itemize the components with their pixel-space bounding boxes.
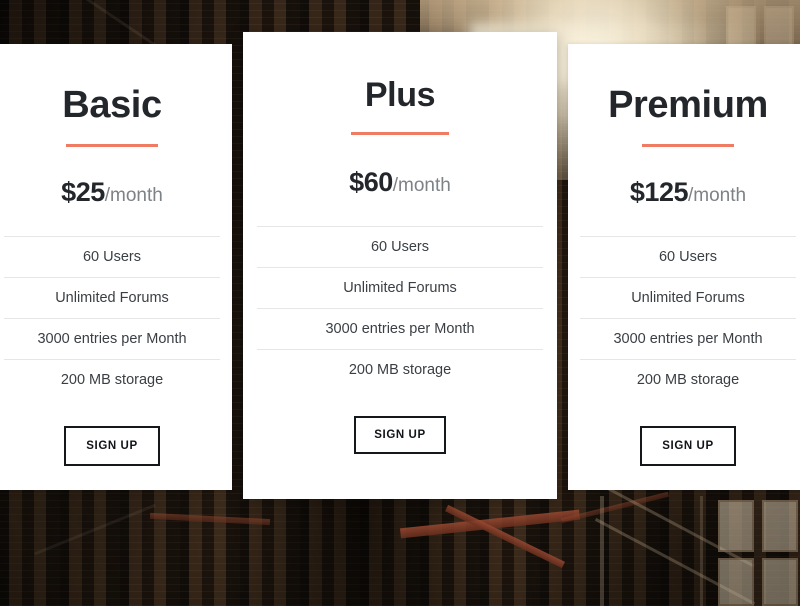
signup-wrap-premium: SIGN UP xyxy=(568,426,800,466)
signup-wrap-basic: SIGN UP xyxy=(0,426,232,466)
price-period-plus: /month xyxy=(392,175,451,196)
list-item: Unlimited Forums xyxy=(580,277,796,318)
signup-button-basic[interactable]: SIGN UP xyxy=(64,426,160,466)
signup-button-plus[interactable]: SIGN UP xyxy=(354,416,446,454)
price-row-premium: $125/month xyxy=(568,177,800,208)
list-item: 200 MB storage xyxy=(257,349,543,390)
accent-divider xyxy=(66,144,158,147)
accent-divider xyxy=(351,132,449,135)
price-period-basic: /month xyxy=(104,185,163,206)
list-item: 3000 entries per Month xyxy=(257,308,543,349)
pricing-card-premium[interactable]: Premium $125/month 60 Users Unlimited Fo… xyxy=(568,44,800,490)
list-item: Unlimited Forums xyxy=(257,267,543,308)
list-item: 3000 entries per Month xyxy=(580,318,796,359)
pricing-card-plus[interactable]: Plus $60/month 60 Users Unlimited Forums… xyxy=(243,32,557,499)
list-item: Unlimited Forums xyxy=(4,277,220,318)
price-row-basic: $25/month xyxy=(0,177,232,208)
price-row-plus: $60/month xyxy=(243,167,557,198)
pricing-page: Basic $25/month 60 Users Unlimited Forum… xyxy=(0,0,800,606)
feature-list-basic: 60 Users Unlimited Forums 3000 entries p… xyxy=(0,236,232,400)
pricing-card-basic[interactable]: Basic $25/month 60 Users Unlimited Forum… xyxy=(0,44,232,490)
feature-list-plus: 60 Users Unlimited Forums 3000 entries p… xyxy=(243,226,557,390)
signup-button-premium[interactable]: SIGN UP xyxy=(640,426,736,466)
list-item: 60 Users xyxy=(4,236,220,277)
list-item: 3000 entries per Month xyxy=(4,318,220,359)
price-period-premium: /month xyxy=(687,185,747,206)
price-amount-plus: $60 xyxy=(349,167,393,197)
price-amount-basic: $25 xyxy=(61,177,105,207)
plan-name-plus: Plus xyxy=(364,76,436,114)
accent-divider xyxy=(642,144,734,147)
list-item: 60 Users xyxy=(580,236,796,277)
plan-name-basic: Basic xyxy=(62,84,162,126)
price-amount-premium: $125 xyxy=(629,177,689,207)
signup-wrap-plus: SIGN UP xyxy=(243,416,557,454)
list-item: 200 MB storage xyxy=(4,359,220,400)
list-item: 60 Users xyxy=(257,226,543,267)
feature-list-premium: 60 Users Unlimited Forums 3000 entries p… xyxy=(568,236,800,400)
plan-name-premium: Premium xyxy=(608,84,768,126)
list-item: 200 MB storage xyxy=(580,359,796,400)
